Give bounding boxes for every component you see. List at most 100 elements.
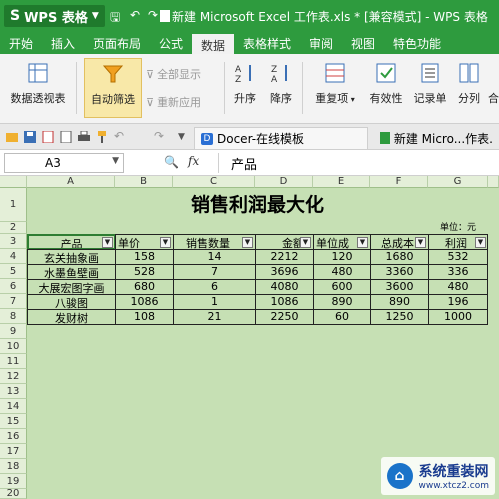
filter-dropdown-icon[interactable]: ▼ xyxy=(357,237,368,248)
table-cell[interactable]: 21 xyxy=(173,309,256,325)
table-cell[interactable]: 890 xyxy=(370,294,429,310)
column-header[interactable]: D xyxy=(255,176,313,188)
table-cell[interactable]: 1 xyxy=(173,294,256,310)
table-cell[interactable]: 480 xyxy=(428,279,488,295)
table-cell[interactable]: 6 xyxy=(173,279,256,295)
open-folder-icon[interactable] xyxy=(6,131,18,143)
show-all-button[interactable]: ⊽ 全部显示 xyxy=(146,66,201,82)
table-cell[interactable]: 1086 xyxy=(255,294,314,310)
table-cell[interactable]: 3600 xyxy=(370,279,429,295)
row-header[interactable]: 8 xyxy=(0,309,27,324)
validity-button[interactable]: 有效性 xyxy=(366,58,406,106)
row-header[interactable]: 13 xyxy=(0,384,27,399)
table-cell[interactable]: 水墨鱼壁画 xyxy=(27,264,116,280)
menu-item-data[interactable]: 数据 xyxy=(192,32,234,54)
row-header[interactable]: 5 xyxy=(0,264,27,279)
column-header[interactable]: A xyxy=(27,176,115,188)
redo-icon[interactable]: ↷ xyxy=(154,129,166,143)
table-cell[interactable]: 600 xyxy=(313,279,371,295)
formula-input[interactable]: 产品 xyxy=(218,153,498,173)
filter-dropdown-icon[interactable]: ▼ xyxy=(160,237,171,248)
table-cell[interactable]: 60 xyxy=(313,309,371,325)
row-header[interactable]: 3 xyxy=(0,234,27,249)
menu-item-page-layout[interactable]: 页面布局 xyxy=(84,32,150,54)
undo-icon[interactable]: ↶ xyxy=(130,8,140,22)
row-header[interactable]: 16 xyxy=(0,429,27,444)
export-pdf-icon[interactable] xyxy=(60,131,72,143)
table-cell[interactable]: 532 xyxy=(428,249,488,265)
menu-item-formulas[interactable]: 公式 xyxy=(150,32,192,54)
menu-item-table-style[interactable]: 表格样式 xyxy=(234,32,300,54)
row-header[interactable]: 19 xyxy=(0,474,27,489)
table-cell[interactable]: 1250 xyxy=(370,309,429,325)
autofilter-button[interactable]: 自动筛选 xyxy=(84,58,142,118)
text-to-columns-button[interactable]: 分列 xyxy=(454,58,484,106)
tab-docer[interactable]: D Docer-在线模板 xyxy=(194,127,368,149)
print-preview-icon[interactable] xyxy=(42,131,54,143)
table-cell[interactable]: 3696 xyxy=(255,264,314,280)
table-cell[interactable]: 2212 xyxy=(255,249,314,265)
menu-item-review[interactable]: 审阅 xyxy=(300,32,342,54)
app-menu-button[interactable]: S WPS 表格 ▼ xyxy=(4,5,105,27)
menu-item-home[interactable]: 开始 xyxy=(0,32,42,54)
table-cell[interactable]: 玄关抽象画 xyxy=(27,249,116,265)
tab-workbook[interactable]: 新建 Micro...作表. xyxy=(374,127,499,149)
column-header[interactable]: B xyxy=(115,176,173,188)
table-cell[interactable]: 3360 xyxy=(370,264,429,280)
column-header[interactable]: C xyxy=(173,176,255,188)
table-cell[interactable]: 336 xyxy=(428,264,488,280)
record-form-button[interactable]: 记录单 xyxy=(410,58,450,106)
table-cell[interactable]: 890 xyxy=(313,294,371,310)
spreadsheet-grid[interactable]: A B C D E F G 1 2 3 4 5 6 7 8 9 10 11 12… xyxy=(0,176,499,499)
row-header[interactable]: 10 xyxy=(0,339,27,354)
filter-dropdown-icon[interactable]: ▼ xyxy=(102,237,113,248)
column-header[interactable]: G xyxy=(428,176,488,188)
unit-label[interactable]: 单位：元 xyxy=(428,222,488,234)
row-header[interactable]: 6 xyxy=(0,279,27,294)
reapply-button[interactable]: ⊽ 重新应用 xyxy=(146,94,201,110)
row-header[interactable]: 17 xyxy=(0,444,27,459)
sort-descending-button[interactable]: ZA 降序 xyxy=(266,58,296,106)
row-header[interactable]: 15 xyxy=(0,414,27,429)
row-header[interactable]: 12 xyxy=(0,369,27,384)
menu-item-special[interactable]: 特色功能 xyxy=(384,32,450,54)
redo-icon[interactable]: ↷ xyxy=(148,8,158,22)
row-header[interactable]: 18 xyxy=(0,459,27,474)
table-cell[interactable]: 1000 xyxy=(428,309,488,325)
save-icon[interactable] xyxy=(24,131,36,143)
table-cell[interactable]: 14 xyxy=(173,249,256,265)
chevron-down-icon[interactable]: ▼ xyxy=(178,132,190,144)
table-cell[interactable]: 八骏图 xyxy=(27,294,116,310)
name-box[interactable]: A3 ▼ xyxy=(4,153,124,173)
table-cell[interactable]: 528 xyxy=(115,264,174,280)
table-cell[interactable]: 196 xyxy=(428,294,488,310)
ribbon-more-button[interactable]: 合 xyxy=(488,58,499,106)
sheet-title[interactable]: 销售利润最大化 xyxy=(27,190,488,220)
table-cell[interactable]: 7 xyxy=(173,264,256,280)
table-cell[interactable]: 158 xyxy=(115,249,174,265)
row-header[interactable]: 2 xyxy=(0,222,27,234)
table-cell[interactable]: 120 xyxy=(313,249,371,265)
row-header[interactable]: 7 xyxy=(0,294,27,309)
menu-item-view[interactable]: 视图 xyxy=(342,32,384,54)
duplicates-button[interactable]: 重复项 ▾ xyxy=(308,58,362,106)
menu-item-insert[interactable]: 插入 xyxy=(42,32,84,54)
table-cell[interactable]: 1680 xyxy=(370,249,429,265)
undo-icon[interactable]: ↶ xyxy=(114,129,126,143)
column-header[interactable]: E xyxy=(313,176,370,188)
filter-dropdown-icon[interactable]: ▼ xyxy=(242,237,253,248)
table-cell[interactable]: 4080 xyxy=(255,279,314,295)
sort-ascending-button[interactable]: AZ 升序 xyxy=(230,58,260,106)
insert-function-button[interactable]: fx xyxy=(188,154,199,168)
row-header[interactable]: 11 xyxy=(0,354,27,369)
table-cell[interactable]: 发财树 xyxy=(27,309,116,325)
column-header[interactable]: F xyxy=(370,176,428,188)
table-cell[interactable]: 480 xyxy=(313,264,371,280)
select-all-corner[interactable] xyxy=(0,176,27,188)
table-cell[interactable]: 2250 xyxy=(255,309,314,325)
row-header[interactable]: 4 xyxy=(0,249,27,264)
table-cell[interactable]: 680 xyxy=(115,279,174,295)
table-cell[interactable]: 1086 xyxy=(115,294,174,310)
pivot-table-button[interactable]: 数据透视表 xyxy=(6,58,70,106)
save-icon[interactable]: 🖫 xyxy=(110,8,120,29)
